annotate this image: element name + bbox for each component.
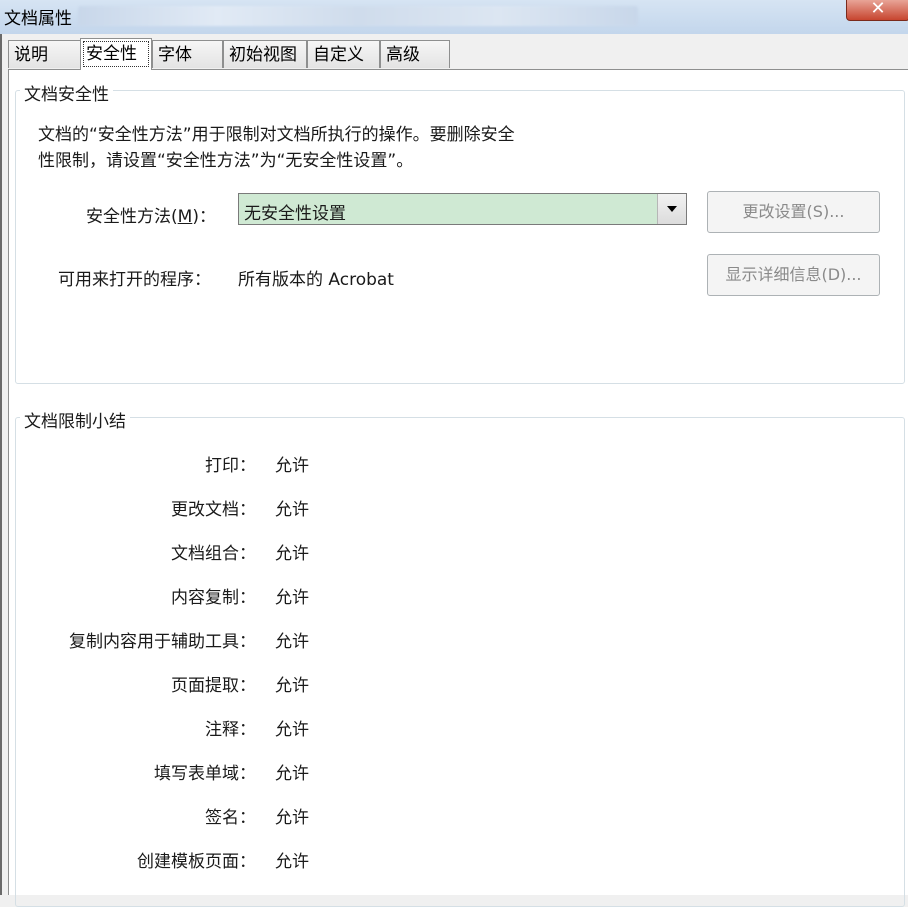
restriction-value-change-document: 允许 — [275, 500, 309, 520]
tab-description[interactable]: 说明 — [8, 40, 82, 68]
tab-fonts[interactable]: 字体 — [152, 40, 223, 68]
security-method-dropdown[interactable]: 无安全性设置 — [238, 193, 687, 225]
restriction-label-content-copy: 内容复制： — [171, 588, 256, 608]
restrictions-group — [15, 417, 905, 907]
restriction-label-accessibility-copy: 复制内容用于辅助工具： — [69, 632, 256, 652]
chevron-down-icon[interactable] — [657, 194, 686, 224]
show-details-button[interactable]: 显示详细信息(D)... — [707, 254, 880, 296]
security-description: 文档的“安全性方法”用于限制对文档所执行的操作。要删除安全 性限制，请设置“安全… — [38, 122, 578, 174]
restriction-label-template-pages: 创建模板页面： — [137, 852, 256, 872]
change-settings-button[interactable]: 更改设置(S)... — [707, 191, 880, 233]
window-title: 文档属性 — [4, 9, 72, 29]
restriction-value-accessibility-copy: 允许 — [275, 632, 309, 652]
tab-custom[interactable]: 自定义 — [307, 40, 380, 68]
document-security-title: 文档安全性 — [20, 80, 113, 105]
title-bar: 文档属性 ✕ — [0, 0, 908, 34]
method-label-accesskey: M — [177, 207, 193, 227]
restriction-value-form-fill: 允许 — [275, 764, 309, 784]
tab-advanced[interactable]: 高级 — [380, 40, 450, 68]
description-line-2: 性限制，请设置“安全性方法”为“无安全性设置”。 — [38, 151, 414, 171]
restriction-value-assembly: 允许 — [275, 544, 309, 564]
tab-initial-view[interactable]: 初始视图 — [223, 40, 307, 68]
openable-by-label: 可用来打开的程序： — [58, 270, 211, 290]
close-icon: ✕ — [870, 0, 886, 19]
openable-by-value: 所有版本的 Acrobat — [238, 270, 394, 290]
restriction-label-assembly: 文档组合： — [171, 544, 256, 564]
restriction-value-template-pages: 允许 — [275, 852, 309, 872]
restriction-label-page-extraction: 页面提取： — [171, 676, 256, 696]
restriction-label-signing: 签名： — [205, 808, 256, 828]
restriction-label-form-fill: 填写表单域： — [154, 764, 256, 784]
method-label-prefix: 安全性方法( — [86, 207, 178, 227]
close-button[interactable]: ✕ — [846, 0, 908, 21]
description-line-1: 文档的“安全性方法”用于限制对文档所执行的操作。要删除安全 — [38, 125, 515, 145]
method-label-suffix: )： — [192, 207, 216, 227]
blurred-filename — [78, 6, 638, 26]
security-method-value: 无安全性设置 — [244, 204, 346, 224]
restriction-value-print: 允许 — [275, 456, 309, 476]
security-method-label: 安全性方法(M)： — [86, 202, 216, 227]
restriction-value-commenting: 允许 — [275, 720, 309, 740]
restriction-value-content-copy: 允许 — [275, 588, 309, 608]
restriction-label-change-document: 更改文档： — [171, 500, 256, 520]
restriction-value-page-extraction: 允许 — [275, 676, 309, 696]
restriction-label-commenting: 注释： — [205, 720, 256, 740]
restriction-label-print: 打印： — [205, 456, 256, 476]
window-left-border — [0, 34, 2, 895]
restriction-value-signing: 允许 — [275, 808, 309, 828]
tab-security[interactable]: 安全性 — [80, 38, 152, 70]
restrictions-title: 文档限制小结 — [20, 407, 130, 432]
